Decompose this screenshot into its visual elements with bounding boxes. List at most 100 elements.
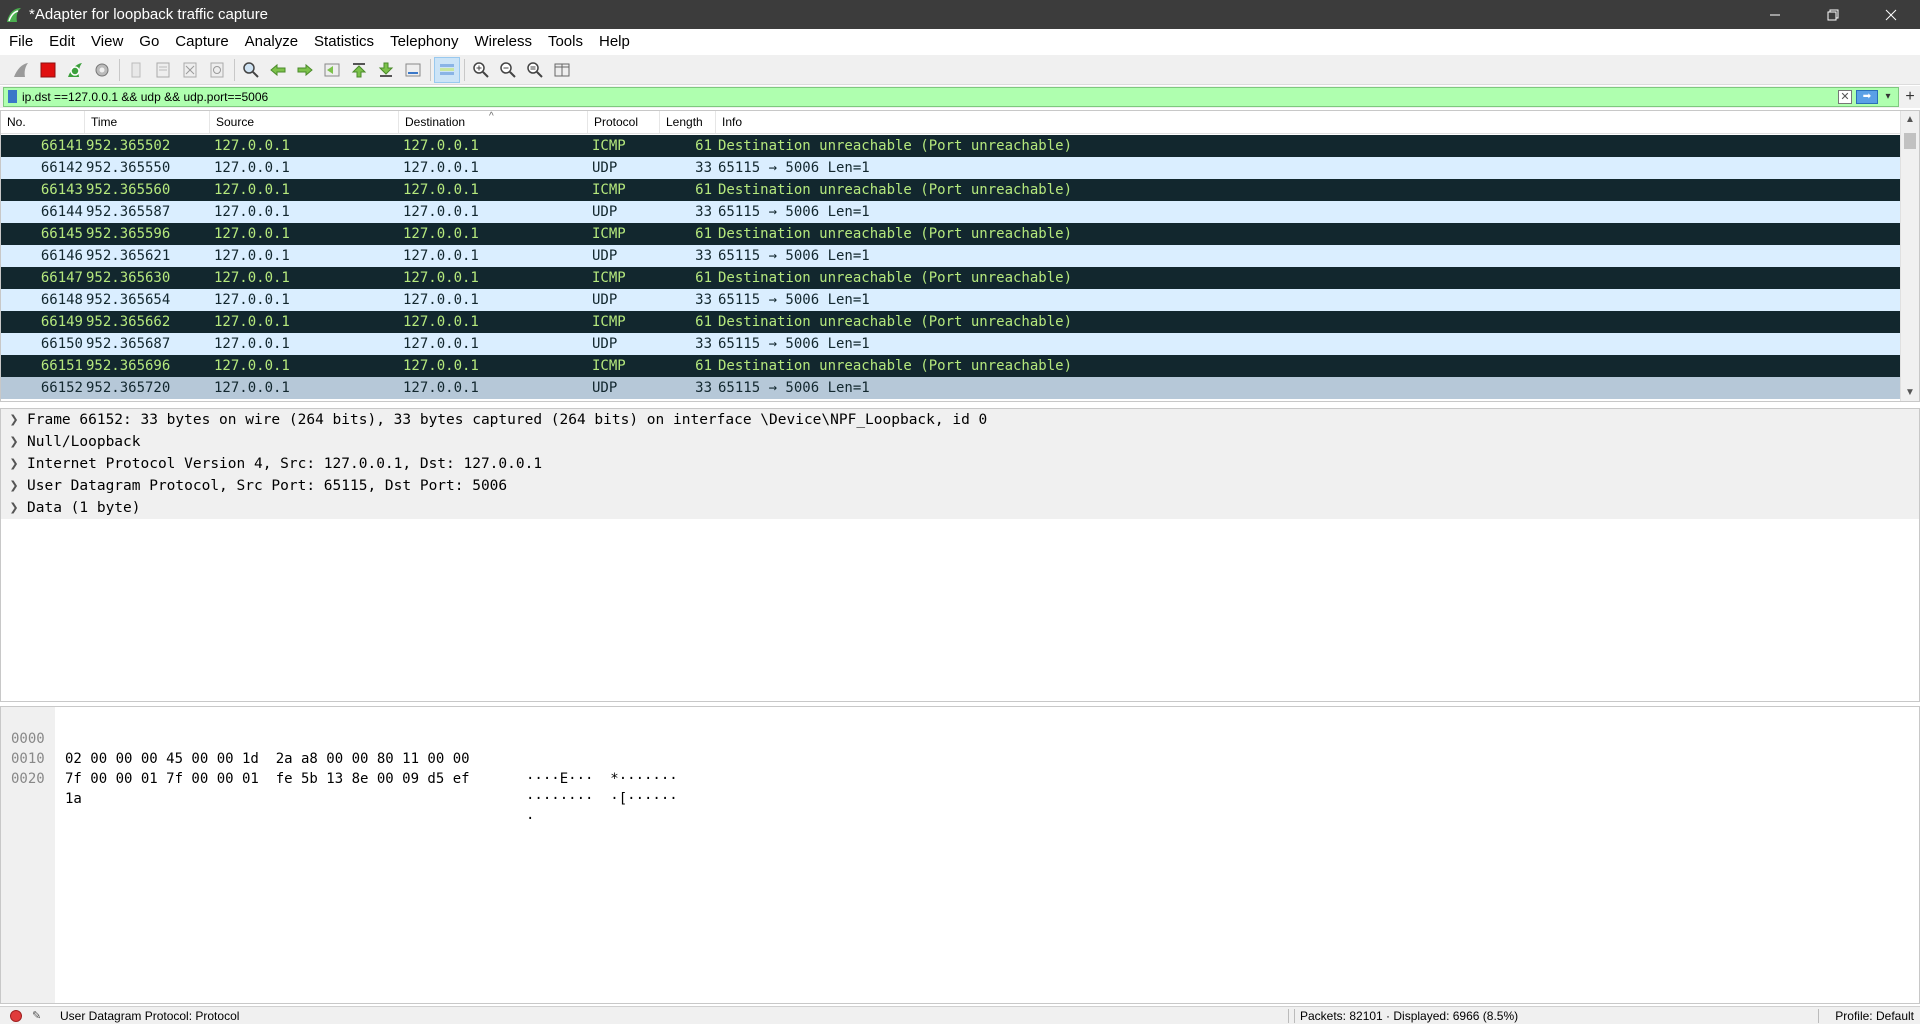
packet-row[interactable]: 66144 952.365587 127.0.0.1 127.0.0.1 UDP 33 65… [1,201,1900,223]
packet-info: 65115 → 5006 Len=1 [718,336,870,352]
profile-status[interactable]: Profile: Default [1835,1009,1914,1023]
packet-source: 127.0.0.1 [214,160,290,176]
menu-edit[interactable]: Edit [41,29,83,54]
close-file-button[interactable] [177,57,203,83]
packet-number: 66145 [40,226,83,242]
close-window-button[interactable] [1862,0,1920,29]
go-last-packet-button[interactable] [373,57,399,83]
column-header-info[interactable]: Info [716,111,1898,133]
detail-row-label: Data (1 byte) [27,500,141,516]
expand-chevron-icon[interactable]: ❯ [1,453,27,475]
save-file-button[interactable] [150,57,176,83]
go-to-packet-button[interactable] [319,57,345,83]
packet-row[interactable]: 66148 952.365654 127.0.0.1 127.0.0.1 UDP 33 65… [1,289,1900,311]
bytes-ascii[interactable]: · [526,809,534,829]
menu-statistics[interactable]: Statistics [306,29,382,54]
bytes-row[interactable]: 0000 02 00 00 00 45 00 00 1d 2a a8 00 00… [1,709,678,787]
bytes-ascii[interactable]: ········ ·[······ [526,789,678,809]
scroll-down-icon[interactable]: ▼ [1905,387,1915,398]
detail-row-null-loopback[interactable]: ❯ Null/Loopback [1,431,1919,453]
bytes-ascii[interactable]: ····E··· *······· [526,769,678,789]
clear-filter-icon[interactable]: ✕ [1838,90,1852,104]
stop-capture-button[interactable] [35,57,61,83]
zoom-normal-button[interactable] [522,57,548,83]
expand-chevron-icon[interactable]: ❯ [1,409,27,431]
zoom-in-button[interactable] [468,57,494,83]
packet-destination: 127.0.0.1 [403,270,479,286]
edit-comment-icon[interactable]: ✎ [32,1010,46,1022]
expand-chevron-icon[interactable]: ❯ [1,431,27,453]
column-header-time[interactable]: Time [85,111,210,133]
column-header-source[interactable]: Source [210,111,399,133]
packet-row[interactable]: 66142 952.365550 127.0.0.1 127.0.0.1 UDP 33 65… [1,157,1900,179]
restore-button[interactable] [1804,0,1862,29]
column-header-protocol[interactable]: Protocol [588,111,660,133]
packet-protocol: UDP [592,160,618,176]
menu-help[interactable]: Help [591,29,638,54]
packet-row[interactable]: 66151 952.365696 127.0.0.1 127.0.0.1 ICMP 61 D… [1,355,1900,377]
bytes-hex[interactable]: 02 00 00 00 45 00 00 1d 2a a8 00 00 80 1… [65,749,470,769]
bookmark-icon[interactable] [8,90,17,103]
packet-row[interactable]: 66152 952.365720 127.0.0.1 127.0.0.1 UDP 33 65… [1,377,1900,399]
detail-row-label: Internet Protocol Version 4, Src: 127.0.… [27,456,543,472]
scrollbar-thumb[interactable] [1904,133,1916,149]
packet-protocol: ICMP [592,182,626,198]
resize-columns-button[interactable] [549,57,575,83]
packet-row[interactable]: 66145 952.365596 127.0.0.1 127.0.0.1 ICMP 61 D… [1,223,1900,245]
packet-destination: 127.0.0.1 [403,380,479,396]
auto-scroll-button[interactable] [400,57,426,83]
packet-time: 952.365687 [86,336,171,352]
menu-go[interactable]: Go [131,29,167,54]
packet-info: Destination unreachable (Port unreachabl… [718,358,1073,374]
packet-row[interactable]: 66143 952.365560 127.0.0.1 127.0.0.1 ICMP 61 D… [1,179,1900,201]
colorize-button[interactable] [434,56,460,83]
menu-file[interactable]: File [1,29,41,54]
packet-row[interactable]: 66141 952.365502 127.0.0.1 127.0.0.1 ICMP 61 D… [1,135,1900,157]
go-forward-button[interactable] [292,57,318,83]
expand-chevron-icon[interactable]: ❯ [1,475,27,497]
column-header-length[interactable]: Length [660,111,716,133]
go-first-packet-button[interactable] [346,57,372,83]
column-header-no[interactable]: No. [1,111,85,133]
capture-options-button[interactable] [89,57,115,83]
bytes-row[interactable]: 0020 1a · [1,749,534,827]
bytes-hex[interactable]: 1a [65,789,82,809]
add-filter-button-icon[interactable]: + [1901,88,1919,106]
detail-row-data[interactable]: ❯ Data (1 byte) [1,497,1919,519]
minimize-button[interactable] [1746,0,1804,29]
start-capture-button[interactable] [8,57,34,83]
go-back-button[interactable] [265,57,291,83]
bytes-hex[interactable]: 7f 00 00 01 7f 00 00 01 fe 5b 13 8e 00 0… [65,769,470,789]
zoom-out-button[interactable] [495,57,521,83]
packet-row[interactable]: 66146 952.365621 127.0.0.1 127.0.0.1 UDP 33 65… [1,245,1900,267]
find-packet-button[interactable] [238,57,264,83]
save-file-icon [156,62,170,77]
filter-dropdown-icon[interactable]: ▾ [1882,89,1894,105]
detail-row-udp[interactable]: ❯ User Datagram Protocol, Src Port: 6511… [1,475,1919,497]
packet-row[interactable]: 66147 952.365630 127.0.0.1 127.0.0.1 ICMP 61 D… [1,267,1900,289]
packet-row[interactable]: 66149 952.365662 127.0.0.1 127.0.0.1 ICMP 61 D… [1,311,1900,333]
open-file-button[interactable] [123,57,149,83]
detail-row-frame[interactable]: ❯ Frame 66152: 33 bytes on wire (264 bit… [1,409,1919,431]
packet-row[interactable]: 66150 952.365687 127.0.0.1 127.0.0.1 UDP 33 65… [1,333,1900,355]
expert-info-icon[interactable] [10,1009,22,1022]
reload-file-button[interactable] [204,57,230,83]
bytes-row[interactable]: 0010 7f 00 00 01 7f 00 00 01 fe 5b 13 8e… [1,729,678,807]
detail-row-ipv4[interactable]: ❯ Internet Protocol Version 4, Src: 127.… [1,453,1919,475]
expand-chevron-icon[interactable]: ❯ [1,497,27,519]
packet-list-scrollbar[interactable]: ▲ ▼ [1900,111,1919,401]
display-filter-bar: ✕ ➡ ▾ + [0,86,1920,108]
scroll-up-icon[interactable]: ▲ [1905,114,1915,125]
menu-telephony[interactable]: Telephony [382,29,466,54]
restart-capture-button[interactable] [62,57,88,83]
packet-protocol: ICMP [592,270,626,286]
display-filter-input[interactable] [4,88,1804,106]
menu-analyze[interactable]: Analyze [237,29,306,54]
packet-time: 952.365720 [86,380,171,396]
toolbar-separator [119,58,120,81]
menu-wireless[interactable]: Wireless [466,29,540,54]
menu-tools[interactable]: Tools [540,29,591,54]
menu-view[interactable]: View [83,29,131,54]
menu-capture[interactable]: Capture [167,29,236,54]
apply-filter-icon[interactable]: ➡ [1856,90,1878,104]
